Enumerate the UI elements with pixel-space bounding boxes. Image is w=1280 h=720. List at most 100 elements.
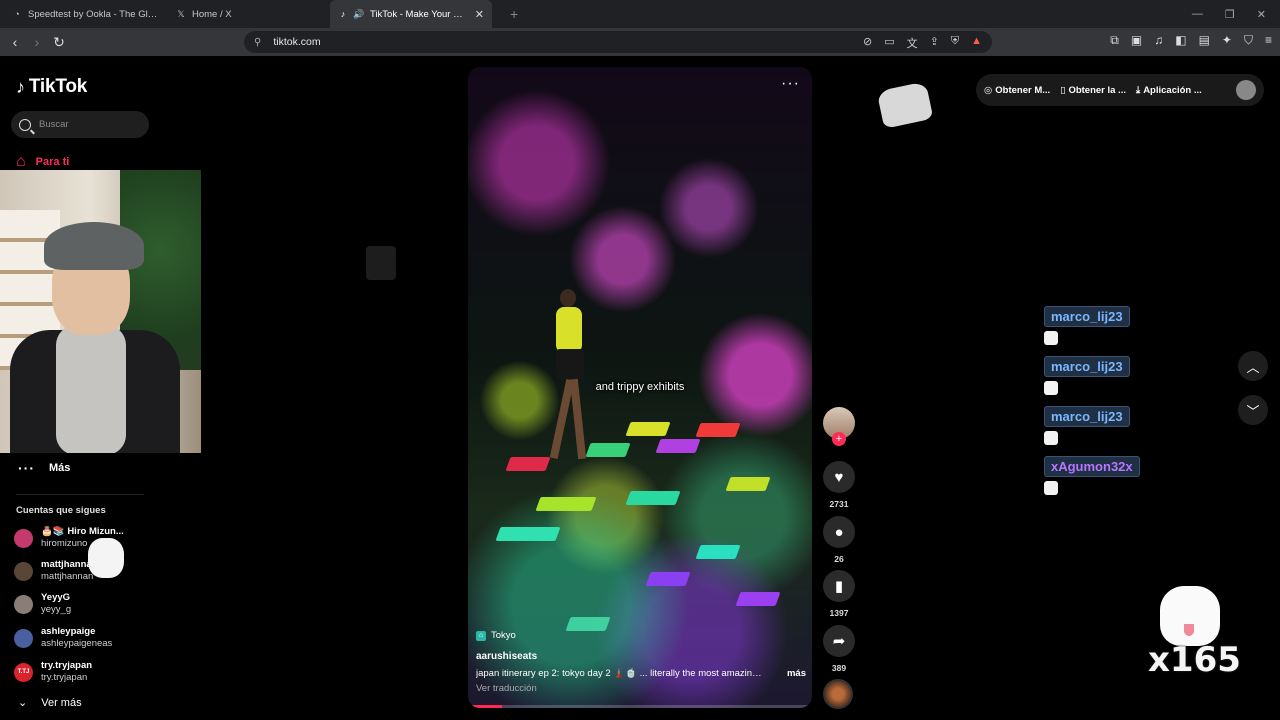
speedtest-icon: ◔ — [14, 9, 20, 19]
account-name: YeyyG — [41, 592, 71, 603]
browser-toolbar: ‹ › ↻ ⚲ tiktok.com ⊘ ▭ 文 ⇪ ⛨ ▲ — [0, 28, 1280, 56]
bookmark-icon[interactable]: ▮ — [823, 570, 855, 602]
get-app-button[interactable]: ▯ Obtener la ... — [1060, 85, 1126, 96]
chevron-down-icon: ⌄ — [18, 697, 28, 709]
cat-sticker — [88, 538, 124, 578]
video-progress-bar[interactable] — [468, 705, 812, 708]
close-window-icon[interactable]: ✕ — [1257, 8, 1266, 21]
following-account[interactable]: YeyyG yeyy_g — [14, 592, 71, 616]
sidebar-icon[interactable]: ◧ — [1175, 33, 1186, 48]
see-more-label: Ver más — [41, 696, 82, 709]
x-icon: 𝕏 — [177, 8, 185, 19]
back-icon[interactable]: ‹ — [4, 34, 26, 50]
share-action[interactable]: ➦ 389 — [822, 625, 856, 673]
nav-more[interactable]: ··· Más — [18, 460, 70, 476]
tiktok-icon: ♪ — [340, 9, 346, 19]
chevron-down-icon: ﹀ — [1246, 403, 1260, 419]
account-emoji: 🎂📚 — [41, 526, 65, 537]
streamer — [10, 222, 180, 453]
window-controls: — ❐ ✕ — [1192, 0, 1280, 28]
screenshot-icon[interactable]: ▣ — [1131, 33, 1142, 48]
share-count: 389 — [831, 663, 847, 673]
video-author[interactable]: aarushiseats — [476, 651, 806, 662]
close-icon[interactable]: ✕ — [475, 8, 484, 21]
tiktok-logo[interactable]: ♪ TikTok — [16, 76, 87, 98]
streamer-webcam — [0, 170, 201, 453]
chat-username: marco_lij23 — [1044, 356, 1130, 377]
previous-video-button[interactable]: ︿ — [1238, 351, 1268, 381]
ai-icon[interactable]: ✦ — [1222, 33, 1232, 48]
cat-emote-icon — [1044, 381, 1058, 395]
location-label: Tokyo — [491, 630, 516, 641]
next-video-button[interactable]: ﹀ — [1238, 395, 1268, 425]
tab-x[interactable]: 𝕏 Home / X — [168, 0, 332, 28]
account-name: ashleypaige — [41, 626, 96, 637]
expand-description-button[interactable]: más — [787, 668, 806, 679]
music-icon[interactable]: ♫ — [1154, 33, 1163, 48]
music-disc-icon[interactable] — [823, 679, 853, 709]
phone-icon: ▯ — [1060, 84, 1066, 96]
avatar — [14, 528, 33, 548]
rewards-icon[interactable]: ▲ — [971, 35, 982, 51]
heart-icon[interactable]: ♥ — [823, 461, 855, 493]
comment-icon[interactable]: ● — [823, 516, 855, 548]
comment-action[interactable]: ● 26 — [822, 516, 856, 564]
avatar — [14, 628, 33, 648]
account-handle: try.tryjapan — [41, 672, 88, 683]
chat-username: xAgumon32x — [1044, 456, 1140, 477]
reload-icon[interactable]: ↻ — [48, 34, 70, 51]
video-player[interactable]: ··· and trippy exhibits ⌂ Tokyo aarushis… — [468, 67, 812, 708]
extensions-icon[interactable]: ⧉ — [1110, 33, 1119, 48]
wallet-icon[interactable]: ▤ — [1199, 33, 1210, 48]
like-count: 2731 — [829, 499, 849, 509]
see-more-button[interactable]: ⌄ Ver más — [18, 696, 82, 710]
follow-plus-icon[interactable]: + — [832, 432, 846, 446]
chevron-up-icon: ︿ — [1246, 359, 1260, 375]
following-account[interactable]: mattjhannan mattjhannan — [14, 559, 97, 583]
translate-icon[interactable]: 文 — [907, 35, 918, 51]
site-info-icon[interactable]: ⚲ — [254, 37, 261, 48]
profile-avatar[interactable] — [1236, 80, 1256, 100]
shield-icon[interactable]: ⛨ — [951, 35, 959, 51]
following-account[interactable]: T.TJ try.tryjapan try.tryjapan — [14, 660, 92, 684]
save-action[interactable]: ▮ 1397 — [822, 570, 856, 618]
tab-tiktok[interactable]: ♪ 🔊 TikTok - Make Your Day ✕ — [330, 0, 492, 28]
share-arrow-icon[interactable]: ➦ — [823, 625, 855, 657]
nav-label: Para ti — [35, 156, 70, 168]
restore-icon[interactable]: ❐ — [1225, 8, 1235, 21]
new-tab-button[interactable]: + — [510, 6, 518, 22]
menu-icon[interactable]: ≡ — [1265, 33, 1272, 48]
chat-username: marco_lij23 — [1044, 406, 1130, 427]
tab-speedtest[interactable]: ◔ Speedtest by Ookla - The Global Broadb… — [4, 0, 168, 28]
minimize-icon[interactable]: — — [1192, 8, 1203, 20]
share-icon[interactable]: ⇪ — [930, 35, 939, 51]
dancer — [548, 289, 592, 469]
top-right-actions: ◎ Obtener M... ▯ Obtener la ... ⤓ Aplicació… — [976, 74, 1264, 106]
following-account[interactable]: ashleypaige ashleypaigeneas — [14, 626, 112, 650]
video-subtitle: and trippy exhibits — [595, 381, 685, 393]
forward-icon[interactable]: › — [26, 34, 48, 50]
speaker-icon[interactable]: 🔊 — [353, 9, 364, 19]
location-pin-icon: ⌂ — [476, 630, 486, 641]
account-name: Hiro Mizun... — [67, 526, 124, 537]
tiktok-icon: ♪ — [16, 76, 25, 97]
video-info: ⌂ Tokyo aarushiseats japan itinerary ep … — [476, 630, 806, 694]
comment-count: 26 — [834, 554, 844, 564]
cat-emote-icon — [1044, 481, 1058, 495]
cast-icon[interactable]: ▭ — [884, 35, 894, 51]
vpn-icon[interactable]: ⛉ — [1244, 33, 1253, 48]
see-translation-link[interactable]: Ver traducción — [476, 683, 806, 694]
like-action[interactable]: ♥ 2731 — [822, 461, 856, 509]
nav-for-you[interactable]: ⌂ Para ti — [16, 153, 69, 171]
creator-avatar[interactable]: + — [823, 407, 855, 446]
more-options-icon[interactable]: ··· — [781, 75, 800, 93]
avatar: T.TJ — [14, 662, 33, 682]
get-coins-button[interactable]: ◎ Obtener M... — [984, 85, 1050, 96]
location-tag[interactable]: ⌂ Tokyo — [476, 630, 806, 641]
address-bar[interactable]: ⚲ tiktok.com ⊘ ▭ 文 ⇪ ⛨ ▲ — [244, 31, 992, 53]
search-input[interactable]: Buscar — [11, 111, 149, 138]
home-icon: ⌂ — [16, 153, 26, 170]
desktop-app-button[interactable]: ⤓ Aplicación ... — [1136, 85, 1202, 96]
following-title: Cuentas que sigues — [16, 505, 106, 516]
no-tracking-icon[interactable]: ⊘ — [863, 35, 872, 51]
